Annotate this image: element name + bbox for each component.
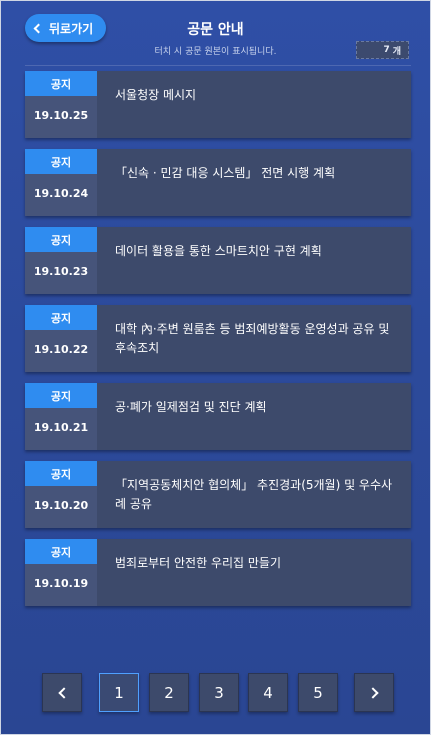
chevron-right-icon <box>366 686 379 699</box>
page-button-3[interactable]: 3 <box>199 673 239 712</box>
app-frame: 뒤로가기 공문 안내 터치 시 공문 원본이 표시됩니다. 7 개 공지 19.… <box>0 0 431 735</box>
pagination: 1 2 3 4 5 <box>1 673 431 713</box>
notice-tag: 공지 <box>25 305 97 330</box>
page-title: 공문 안내 <box>187 22 244 38</box>
notice-date: 19.10.19 <box>33 577 89 590</box>
notice-date: 19.10.20 <box>33 499 89 512</box>
notice-item[interactable]: 공지 19.10.21 공·폐가 일제점검 및 진단 계획 <box>25 383 411 450</box>
notice-meta: 공지 19.10.25 <box>25 71 97 138</box>
count-badge: 7 개 <box>356 41 409 59</box>
notice-item[interactable]: 공지 19.10.22 대학 內·주변 원룸촌 등 범죄예방활동 운영성과 공유… <box>25 305 411 372</box>
notice-item[interactable]: 공지 19.10.20 「지역공동체치안 협의체」 추진경과(5개월) 및 우수… <box>25 461 411 528</box>
notice-list: 공지 19.10.25 서울청장 메시지 공지 19.10.24 「신속 · 민… <box>25 71 411 617</box>
page-button-1[interactable]: 1 <box>99 673 139 712</box>
notice-title: 「지역공동체치안 협의체」 추진경과(5개월) 및 우수사례 공유 <box>115 478 393 511</box>
prev-page-button[interactable] <box>42 673 82 712</box>
notice-title: 공·폐가 일제점검 및 진단 계획 <box>115 400 267 414</box>
notice-date: 19.10.22 <box>33 343 89 356</box>
notice-title: 범죄로부터 안전한 우리집 만들기 <box>115 556 282 570</box>
notice-meta: 공지 19.10.21 <box>25 383 97 450</box>
notice-meta: 공지 19.10.22 <box>25 305 97 372</box>
notice-item[interactable]: 공지 19.10.19 범죄로부터 안전한 우리집 만들기 <box>25 539 411 606</box>
notice-meta: 공지 19.10.20 <box>25 461 97 528</box>
notice-title: 데이터 활용을 통한 스마트치안 구현 계획 <box>115 244 322 258</box>
page-button-2[interactable]: 2 <box>149 673 189 712</box>
count-unit: 개 <box>392 46 401 57</box>
notice-item[interactable]: 공지 19.10.23 데이터 활용을 통한 스마트치안 구현 계획 <box>25 227 411 294</box>
notice-date: 19.10.25 <box>33 109 89 122</box>
notice-tag: 공지 <box>25 71 97 96</box>
notice-date: 19.10.21 <box>33 421 89 434</box>
header-divider <box>25 65 411 66</box>
notice-title: 서울청장 메시지 <box>115 88 197 102</box>
notice-tag: 공지 <box>25 383 97 408</box>
next-page-button[interactable] <box>354 673 394 712</box>
notice-date: 19.10.23 <box>33 265 89 278</box>
count-value: 7 <box>383 45 390 55</box>
notice-tag: 공지 <box>25 227 97 252</box>
notice-date: 19.10.24 <box>33 187 89 200</box>
notice-title: 「신속 · 민감 대응 시스템」 전면 시행 계획 <box>115 166 336 180</box>
notice-tag: 공지 <box>25 539 97 564</box>
page-button-5[interactable]: 5 <box>298 673 338 712</box>
notice-item[interactable]: 공지 19.10.24 「신속 · 민감 대응 시스템」 전면 시행 계획 <box>25 149 411 216</box>
notice-tag: 공지 <box>25 461 97 486</box>
notice-meta: 공지 19.10.23 <box>25 227 97 294</box>
notice-title: 대학 內·주변 원룸촌 등 범죄예방활동 운영성과 공유 및 후속조치 <box>115 322 390 355</box>
page-button-4[interactable]: 4 <box>248 673 288 712</box>
notice-meta: 공지 19.10.19 <box>25 539 97 606</box>
notice-item[interactable]: 공지 19.10.25 서울청장 메시지 <box>25 71 411 138</box>
notice-meta: 공지 19.10.24 <box>25 149 97 216</box>
chevron-left-icon <box>57 686 70 699</box>
notice-tag: 공지 <box>25 149 97 174</box>
